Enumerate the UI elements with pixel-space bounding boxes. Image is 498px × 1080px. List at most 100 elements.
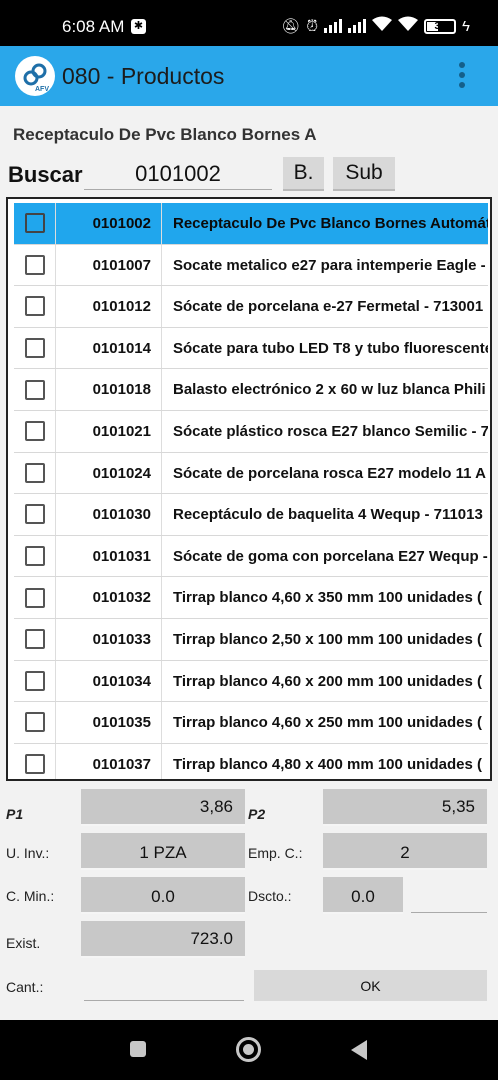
back-icon[interactable] [351, 1040, 367, 1060]
wifi-icon [372, 16, 393, 36]
cant-input[interactable] [84, 971, 244, 1001]
checkbox-cell [14, 369, 56, 410]
product-row[interactable]: 0101037 Tirrap blanco 4,80 x 400 mm 100 u… [14, 743, 488, 779]
checkbox-cell [14, 660, 56, 702]
checkbox-cell [14, 535, 56, 577]
notification-icon: ✱ [131, 19, 146, 34]
product-description: Tirrap blanco 4,80 x 400 mm 100 unidades… [173, 755, 483, 773]
app-logo-icon: AFV [15, 56, 55, 96]
row-checkbox[interactable] [24, 754, 45, 775]
battery-icon: 30 [424, 18, 457, 34]
product-description: Receptaculo De Pvc Blanco Bornes Automát [173, 215, 488, 232]
product-description: Tirrap blanco 4,60 x 250 mm 100 unidades… [173, 714, 483, 732]
search-button[interactable]: B. [283, 157, 324, 191]
product-row[interactable]: 0101012 Sócate de porcelana e-27 Fermetal… [14, 286, 488, 328]
row-checkbox[interactable] [24, 462, 45, 483]
u-inv-label: U. Inv.: [6, 845, 50, 861]
product-row[interactable]: 0101021 Sócate plástico rosca E27 blanco … [14, 411, 488, 453]
product-description: Tirrap blanco 2,50 x 100 mm 100 unidades… [173, 631, 483, 648]
p1-field: 3,86 [81, 789, 245, 826]
search-label: Buscar [8, 162, 83, 187]
product-code: 0101030 [56, 494, 162, 535]
wifi-icon-2 [398, 16, 419, 36]
status-bar: 6:08 AM ✱ 🔕︎ ⏰︎ 30 ϟ [0, 0, 498, 46]
product-row[interactable]: 0101007 Socate metalico e27 para intemper… [14, 244, 488, 287]
product-description: Sócate de porcelana e-27 Fermetal - 7130… [173, 298, 484, 316]
product-list[interactable]: 0101002 Receptaculo De Pvc Blanco Bornes … [6, 197, 492, 781]
product-code: 0101033 [56, 619, 162, 660]
product-description: Sócate de goma con porcelana E27 Wequp - [173, 547, 488, 565]
checkbox-cell [14, 203, 56, 244]
product-row-selected[interactable]: 0101002 Receptaculo De Pvc Blanco Bornes … [14, 203, 488, 245]
product-code: 0101035 [56, 702, 162, 743]
product-code: 0101032 [56, 577, 162, 618]
product-code: 0101018 [56, 369, 162, 410]
product-row[interactable]: 0101035 Tirrap blanco 4,60 x 250 mm 100 u… [14, 702, 488, 744]
dscto-label: Dscto.: [248, 888, 292, 904]
selected-product-name: Receptaculo De Pvc Blanco Bornes A [13, 125, 317, 144]
product-row[interactable]: 0101033 Tirrap blanco 2,50 x 100 mm 100 u… [14, 619, 488, 661]
home-icon[interactable] [236, 1037, 261, 1062]
alarm-icon: ⏰︎ [306, 17, 319, 35]
row-checkbox[interactable] [24, 338, 45, 359]
product-code: 0101014 [56, 327, 162, 369]
product-row[interactable]: 0101032 Tirrap blanco 4,60 x 350 mm 100 u… [14, 577, 488, 619]
product-row[interactable]: 0101031 Sócate de goma con porcelana E27 … [14, 535, 488, 578]
svg-text:AFV: AFV [35, 86, 49, 93]
row-checkbox[interactable] [24, 421, 45, 442]
row-checkbox[interactable] [24, 670, 45, 691]
cant-label: Cant.: [6, 979, 44, 995]
product-code: 0101021 [56, 411, 162, 452]
product-description: Tirrap blanco 4,60 x 200 mm 100 unidades… [173, 672, 483, 690]
dscto-field: 0.0 [323, 877, 403, 914]
recents-icon[interactable] [130, 1041, 146, 1057]
signal-icon [324, 19, 343, 33]
row-checkbox[interactable] [24, 213, 45, 234]
product-code: 0101034 [56, 660, 162, 702]
checkbox-cell [14, 286, 56, 327]
battery-level: 30 [434, 20, 446, 32]
product-row[interactable]: 0101014 Sócate para tubo LED T8 y tubo fl… [14, 327, 488, 370]
product-code: 0101007 [56, 244, 162, 286]
row-checkbox[interactable] [24, 712, 45, 733]
charging-icon: ϟ [462, 17, 470, 35]
status-icons: 🔕︎ ⏰︎ 30 ϟ [281, 15, 470, 37]
search-input[interactable] [84, 158, 272, 190]
c-min-label: C. Min.: [6, 888, 55, 904]
dscto-extra-input[interactable] [411, 883, 487, 913]
app-bar: AFV 080 - Productos [0, 46, 498, 106]
product-description: Socate metalico e27 para intemperie Eagl… [173, 256, 486, 274]
row-checkbox[interactable] [24, 504, 45, 525]
product-code: 0101037 [56, 743, 162, 779]
emp-c-field: 2 [323, 833, 487, 870]
product-row[interactable]: 0101034 Tirrap blanco 4,60 x 200 mm 100 u… [14, 660, 488, 703]
p2-field: 5,35 [323, 789, 487, 826]
status-time: 6:08 AM [62, 17, 125, 36]
product-code: 0101031 [56, 535, 162, 577]
overflow-menu-icon[interactable] [455, 60, 469, 94]
product-row[interactable]: 0101030 Receptáculo de baquelita 4 Wequp … [14, 494, 488, 536]
checkbox-cell [14, 327, 56, 369]
row-checkbox[interactable] [24, 629, 45, 650]
row-checkbox[interactable] [24, 296, 45, 317]
product-row[interactable]: 0101018 Balasto electrónico 2 x 60 w luz … [14, 369, 488, 411]
product-code: 0101002 [56, 203, 162, 244]
row-checkbox[interactable] [24, 546, 45, 567]
row-checkbox[interactable] [24, 254, 45, 275]
c-min-field: 0.0 [81, 877, 245, 914]
row-checkbox[interactable] [24, 379, 45, 400]
row-checkbox[interactable] [24, 587, 45, 608]
signal-icon-2 [348, 19, 367, 33]
checkbox-cell [14, 577, 56, 618]
checkbox-cell [14, 452, 56, 494]
exist-field: 723.0 [81, 921, 245, 958]
emp-c-label: Emp. C.: [248, 845, 303, 861]
navigation-bar [0, 1020, 498, 1080]
u-inv-field: 1 PZA [81, 833, 245, 870]
ok-button[interactable]: OK [254, 970, 487, 1001]
product-row[interactable]: 0101024 Sócate de porcelana rosca E27 mod… [14, 452, 488, 495]
product-description: Sócate de porcelana rosca E27 modelo 11 … [173, 464, 486, 482]
checkbox-cell [14, 411, 56, 452]
sub-button[interactable]: Sub [333, 157, 395, 191]
product-description: Sócate plástico rosca E27 blanco Semilic… [173, 423, 488, 440]
